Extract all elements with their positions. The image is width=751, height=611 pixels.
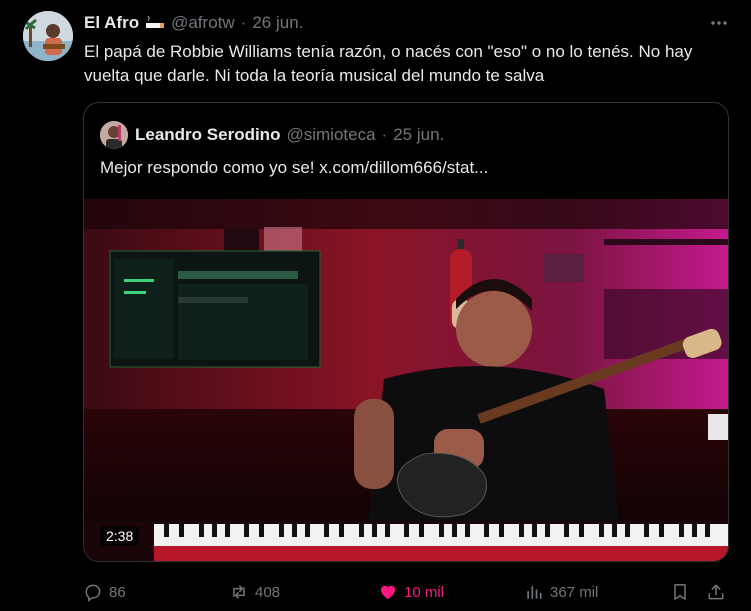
share-icon [708, 584, 724, 600]
video-duration: 2:38 [100, 526, 140, 546]
reply-count: 86 [109, 583, 126, 601]
quoted-author-avatar [100, 121, 128, 149]
tweet-text: El papá de Robbie Williams tenía razón, … [84, 42, 693, 85]
reply-button[interactable]: 86 [83, 580, 126, 604]
bookmark-button[interactable] [670, 580, 696, 604]
quoted-tweet[interactable]: Leandro Serodino @simioteca · 25 jun. Me… [83, 102, 729, 562]
views-button[interactable]: 367 mil [524, 580, 598, 604]
retweet-button[interactable]: 408 [229, 580, 280, 604]
retweet-icon [233, 585, 245, 599]
video-player[interactable]: 2:38 [84, 199, 728, 561]
reply-icon [85, 584, 101, 602]
share-button[interactable] [706, 580, 732, 604]
like-count: 10 mil [404, 583, 445, 601]
separator-dot: · [381, 125, 388, 144]
views-count: 367 mil [550, 583, 599, 601]
author-name[interactable]: El Afro [84, 13, 139, 33]
tweet-date[interactable]: 26 jun. [252, 13, 303, 33]
retweet-count: 408 [255, 583, 281, 601]
more-icon[interactable] [704, 11, 734, 35]
author-avatar[interactable] [23, 11, 73, 61]
like-button[interactable]: 10 mil [378, 580, 444, 604]
video-thumbnail [84, 199, 728, 561]
quoted-date: 25 jun. [393, 125, 445, 144]
author-handle[interactable]: @afrotw [171, 13, 235, 33]
bookmark-icon [674, 584, 686, 600]
views-icon [527, 586, 542, 599]
quoted-header: Leandro Serodino @simioteca · 25 jun. [100, 121, 444, 149]
separator-dot: · [240, 13, 247, 32]
like-icon [380, 585, 396, 600]
tweet-header: El Afro @afrotw · 26 jun. [84, 11, 303, 35]
quoted-author-handle: @simioteca [286, 125, 376, 144]
quoted-author-name: Leandro Serodino [135, 125, 281, 144]
tweet-actions: 86 408 10 mil 367 mil [83, 580, 729, 604]
quoted-text: Mejor respondo como yo se! x.com/dillom6… [100, 158, 489, 177]
cigarette-emoji-icon [145, 16, 165, 30]
